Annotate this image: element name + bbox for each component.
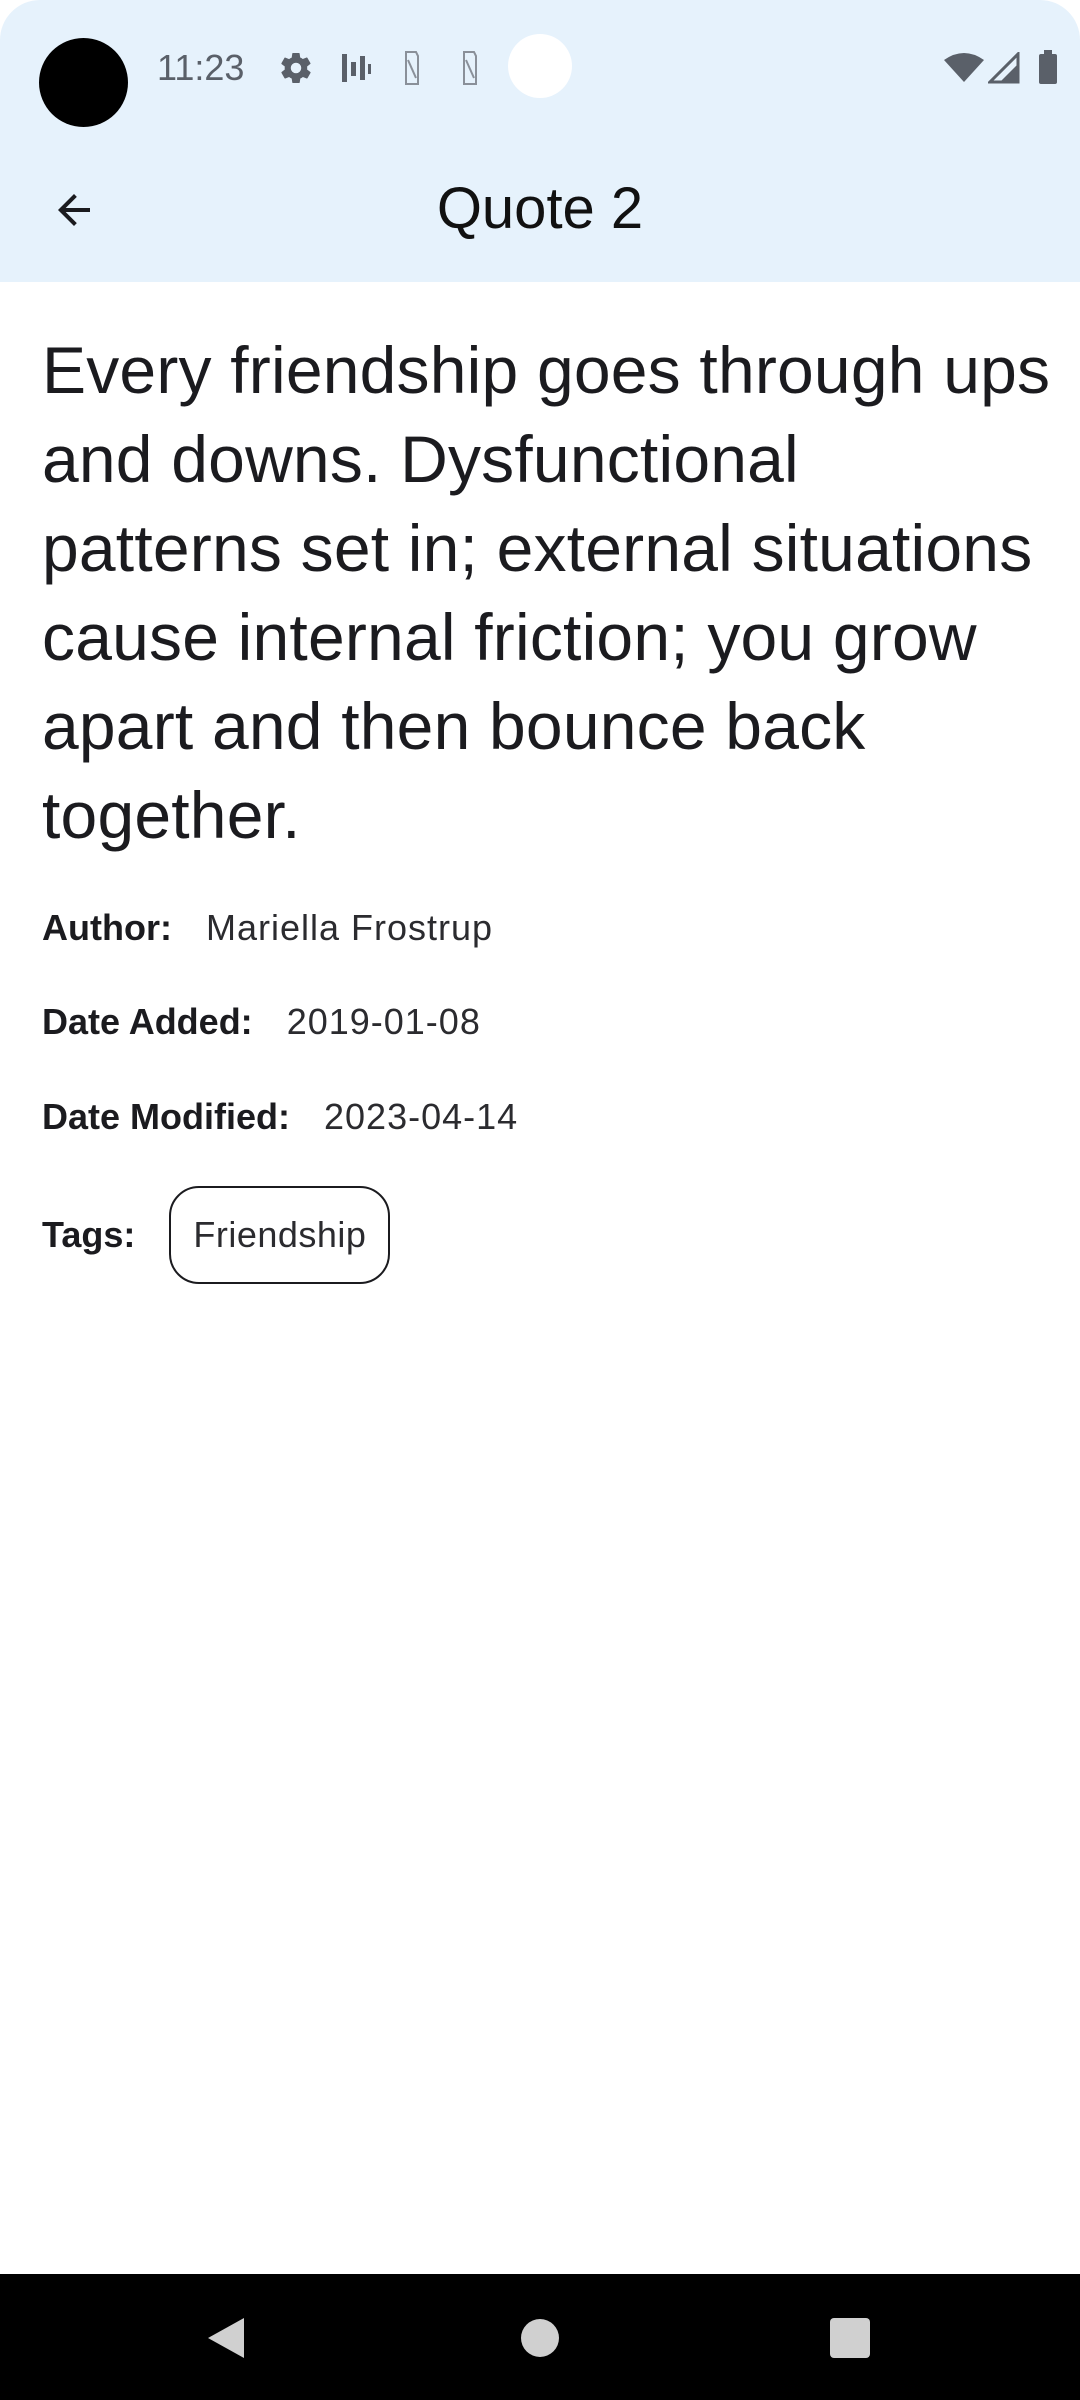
date-modified-label: Date Modified: — [42, 1096, 290, 1137]
status-bar: 11:23 — [0, 0, 1080, 136]
nav-home-button[interactable] — [510, 2308, 570, 2368]
gear-icon — [276, 48, 316, 88]
notification-dot — [508, 34, 572, 98]
app-bar: Quote 2 — [0, 136, 1080, 282]
date-added-row: Date Added: 2019-01-08 — [42, 999, 481, 1045]
author-label: Author: — [42, 907, 172, 948]
status-clock: 11:23 — [157, 47, 245, 88]
activity-bars-icon — [336, 48, 376, 88]
page-title: Quote 2 — [436, 176, 644, 241]
date-added-value: 2019-01-08 — [286, 1001, 481, 1042]
tags-row: Tags: Friendship — [42, 1186, 391, 1284]
quote-content: Every friendship goes through ups and do… — [42, 326, 1052, 860]
camera-cutout — [39, 38, 128, 127]
nav-recents-button[interactable] — [820, 2308, 880, 2368]
date-modified-row: Date Modified: 2023-04-14 — [42, 1094, 518, 1140]
date-modified-value: 2023-04-14 — [324, 1096, 519, 1137]
date-added-label: Date Added: — [42, 1001, 253, 1042]
sim-icon — [458, 48, 482, 88]
nav-back-button[interactable] — [196, 2308, 256, 2368]
wifi-icon — [942, 48, 986, 88]
author-row: Author: Mariella Frostrup — [42, 905, 493, 951]
author-value: Mariella Frostrup — [205, 907, 494, 948]
system-nav-bar — [0, 2274, 1080, 2400]
tags-label: Tags: — [42, 1214, 136, 1255]
sim-icon — [400, 48, 424, 88]
battery-icon — [1036, 48, 1060, 88]
nav-home-icon — [521, 2319, 559, 2357]
quote-text: Every friendship goes through ups and do… — [42, 333, 1051, 852]
nav-recents-icon — [830, 2318, 870, 2358]
nav-back-icon — [208, 2318, 244, 2358]
tag-chip-friendship[interactable]: Friendship — [169, 1186, 391, 1284]
cell-signal-icon — [986, 48, 1022, 88]
